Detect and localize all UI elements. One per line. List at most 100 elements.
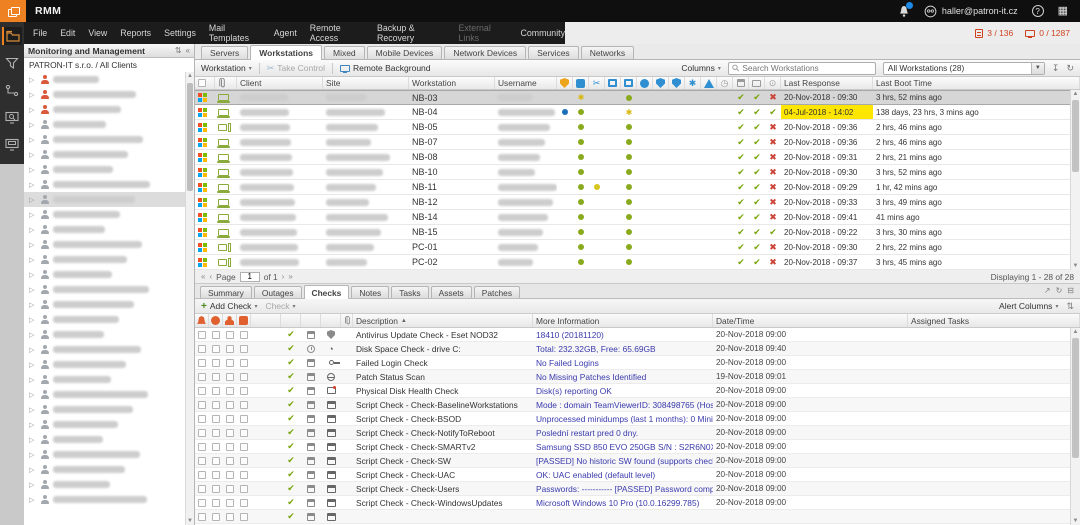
more-information-column-header[interactable]: More Information: [533, 314, 713, 327]
menu-agent[interactable]: Agent: [274, 28, 297, 38]
alert-checkbox[interactable]: [226, 331, 234, 339]
client-item[interactable]: ▷: [24, 267, 185, 282]
alert-checkbox[interactable]: [212, 443, 220, 451]
page-input[interactable]: [240, 272, 260, 282]
alert-checkbox[interactable]: [198, 513, 206, 521]
panel-tab-checks[interactable]: Checks: [304, 285, 350, 299]
check-more-information-link[interactable]: Disk(s) reporting OK: [533, 384, 713, 397]
client-item[interactable]: ▷: [24, 327, 185, 342]
panel-tab-notes[interactable]: Notes: [351, 286, 389, 298]
check-row[interactable]: ✔◔Disk Space Check - drive C:Total: 232.…: [195, 342, 1070, 356]
chevron-down-icon[interactable]: ▼: [1031, 63, 1044, 74]
check-more-information-link[interactable]: Samsung SSD 850 EVO 250GB S/N : S2R6N0X4…: [533, 440, 713, 453]
workstation-row[interactable]: NB-07✔✔✖20-Nov-2018 - 09:362 hrs, 46 min…: [195, 135, 1070, 150]
remote-background-button[interactable]: Remote Background: [340, 63, 431, 73]
alert-checkbox[interactable]: [198, 443, 206, 451]
checks-clock-column-icon[interactable]: ◷: [717, 77, 733, 89]
notifications-bell-icon[interactable]: [898, 5, 910, 18]
check-row[interactable]: ✔Script Check - Check-WindowsUpdatesMicr…: [195, 496, 1070, 510]
export-icon[interactable]: ↧: [1052, 63, 1060, 74]
menu-remote-access[interactable]: Remote Access: [310, 23, 364, 43]
last-boot-column-header[interactable]: Last Boot Time: [873, 77, 1080, 89]
check-more-information-link[interactable]: No Failed Logins: [533, 356, 713, 369]
menu-backup-recovery[interactable]: Backup & Recovery: [377, 23, 446, 43]
check-row[interactable]: ✔Script Check - Check-BSODUnprocessed mi…: [195, 412, 1070, 426]
alert-checkbox[interactable]: [198, 387, 206, 395]
email-alert-column-header[interactable]: [195, 314, 209, 327]
tab-mobile-devices[interactable]: Mobile Devices: [367, 46, 443, 59]
check-row[interactable]: ✔Script Check - Check-BaselineWorkstatio…: [195, 398, 1070, 412]
collapse-panel-icon[interactable]: ⊟: [1067, 286, 1074, 295]
panel-tab-outages[interactable]: Outages: [254, 286, 302, 298]
client-item[interactable]: ▷: [24, 147, 185, 162]
refresh-icon[interactable]: ⇅: [1066, 301, 1074, 312]
expand-caret-icon[interactable]: ▷: [29, 271, 36, 279]
scroll-up-icon[interactable]: ▲: [1071, 329, 1080, 335]
select-all-column-header[interactable]: [195, 77, 215, 89]
alert-checkbox[interactable]: [240, 373, 248, 381]
checks-scrollbar[interactable]: ▲ ▼: [1070, 328, 1080, 525]
scrollbar-thumb[interactable]: [187, 83, 193, 191]
scroll-down-icon[interactable]: ▼: [1071, 263, 1080, 269]
expand-caret-icon[interactable]: ▷: [29, 361, 36, 369]
servers-count-group[interactable]: 3 / 136: [975, 28, 1013, 38]
assigned-tasks-column-header[interactable]: Assigned Tasks: [908, 314, 1080, 327]
expand-caret-icon[interactable]: ▷: [29, 76, 36, 84]
expand-caret-icon[interactable]: ▷: [29, 241, 36, 249]
client-item[interactable]: ▷: [24, 252, 185, 267]
sms-alert-column-header[interactable]: [237, 314, 251, 327]
client-item[interactable]: ▷: [24, 237, 185, 252]
expand-caret-icon[interactable]: ▷: [29, 331, 36, 339]
columns-menu-button[interactable]: Columns▾: [681, 63, 721, 73]
client-item[interactable]: ▷: [24, 492, 185, 507]
alert-checkbox[interactable]: [240, 429, 248, 437]
expand-caret-icon[interactable]: ▷: [29, 226, 36, 234]
take-control-column-icon[interactable]: ✂: [589, 77, 605, 89]
alert-checkbox[interactable]: [212, 415, 220, 423]
workstation-filter-select[interactable]: All Workstations (28) ▼: [883, 62, 1045, 75]
client-item[interactable]: ▷: [24, 342, 185, 357]
check-more-information-link[interactable]: [PASSED] No historic SW found (supports …: [533, 454, 713, 467]
workstations-count-group[interactable]: 0 / 1287: [1025, 28, 1070, 38]
alert-checkbox[interactable]: [240, 457, 248, 465]
check-more-information-link[interactable]: Unprocessed minidumps (last 1 months): 0…: [533, 412, 713, 425]
workstation-row[interactable]: PC-02✔✔✖20-Nov-2018 - 09:373 hrs, 45 min…: [195, 255, 1070, 270]
alert-checkbox[interactable]: [212, 331, 220, 339]
expand-caret-icon[interactable]: ▷: [29, 121, 36, 129]
client-item[interactable]: ▷: [24, 402, 185, 417]
last-page-icon[interactable]: »: [288, 272, 292, 281]
check-row[interactable]: ✔Patch Status ScanNo Missing Patches Ide…: [195, 370, 1070, 384]
alert-checkbox[interactable]: [198, 471, 206, 479]
search-input[interactable]: [742, 63, 872, 73]
alert-checkbox[interactable]: [212, 359, 220, 367]
client-item[interactable]: ▷: [24, 102, 185, 117]
check-more-information-link[interactable]: 18410 (20181120): [533, 328, 713, 341]
menu-view[interactable]: View: [88, 28, 107, 38]
patch-shield-column-icon[interactable]: [653, 77, 669, 89]
alert-checkbox[interactable]: [240, 331, 248, 339]
all-clients-root[interactable]: PATRON-IT s.r.o. / All Clients: [24, 58, 194, 71]
check-row[interactable]: ✔Antivirus Update Check - Eset NOD321841…: [195, 328, 1070, 342]
help-icon[interactable]: ?: [1032, 5, 1044, 17]
expand-caret-icon[interactable]: ▷: [29, 406, 36, 414]
alert-checkbox[interactable]: [226, 499, 234, 507]
checks-calendar-column-icon[interactable]: [733, 77, 749, 89]
alert-checkbox[interactable]: [240, 415, 248, 423]
alert-checkbox[interactable]: [240, 359, 248, 367]
alert-checkbox[interactable]: [212, 457, 220, 465]
clients-nav-icon[interactable]: [2, 27, 22, 45]
expand-caret-icon[interactable]: ▷: [29, 421, 36, 429]
panel-tab-patches[interactable]: Patches: [474, 286, 520, 298]
alert-checkbox[interactable]: [198, 373, 206, 381]
check-more-information-link[interactable]: Passwords: ----------- [PASSED] Password…: [533, 482, 713, 495]
client-item[interactable]: ▷: [24, 462, 185, 477]
client-item[interactable]: ▷: [24, 357, 185, 372]
tab-workstations[interactable]: Workstations: [250, 45, 322, 60]
check-more-information-link[interactable]: Poslední restart pred 0 dny.: [533, 426, 713, 439]
alert-checkbox[interactable]: [240, 513, 248, 521]
alert-checkbox[interactable]: [212, 513, 220, 521]
workstation-menu-button[interactable]: Workstation▾: [201, 63, 252, 73]
client-item[interactable]: ▷: [24, 162, 185, 177]
expand-caret-icon[interactable]: ▷: [29, 181, 36, 189]
check-row[interactable]: ✔Script Check - Check-SW[PASSED] No hist…: [195, 454, 1070, 468]
